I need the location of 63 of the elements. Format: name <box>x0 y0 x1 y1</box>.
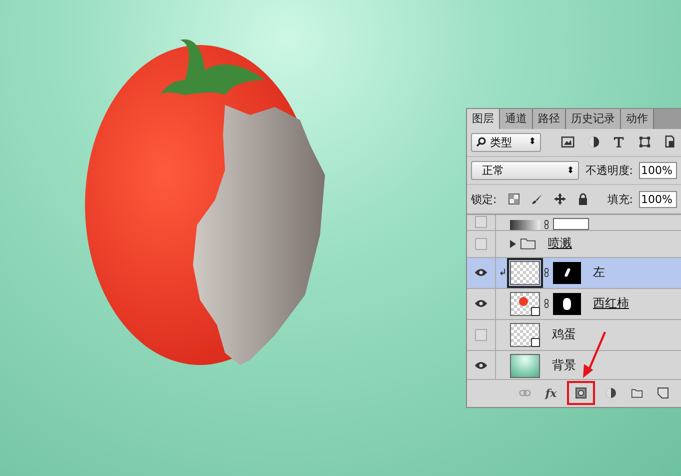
mask-thumbnail <box>553 262 581 284</box>
folder-icon <box>631 387 643 400</box>
smart-object-badge <box>531 338 540 347</box>
fill-field[interactable]: 100% <box>639 190 677 208</box>
mask-icon <box>575 387 587 400</box>
visibility-toggle[interactable] <box>475 328 487 341</box>
folder-icon <box>520 237 536 250</box>
half-circle-icon[interactable] <box>586 135 600 150</box>
search-icon <box>476 137 486 148</box>
fill-label: 填充: <box>607 192 633 207</box>
layer-name[interactable]: 左 <box>593 264 605 282</box>
layer-name[interactable]: 鸡蛋 <box>552 326 576 344</box>
expand-arrow-icon[interactable] <box>510 240 516 248</box>
fx-button[interactable]: fx <box>541 383 561 404</box>
smart-object-badge <box>531 306 540 316</box>
link-icon <box>544 267 549 278</box>
filter-value: 类型 <box>490 134 513 150</box>
new-page-icon <box>657 387 669 400</box>
move-icon[interactable] <box>554 193 566 206</box>
layer-row[interactable]: 喷溅 <box>467 230 681 258</box>
mask-button[interactable] <box>567 381 595 406</box>
layer-thumbnail <box>510 354 540 378</box>
adjustment-thumbnail <box>510 220 540 230</box>
layer-row[interactable] <box>467 214 681 231</box>
layer-name[interactable]: 背景 <box>552 357 576 374</box>
dropdown-arrows: ⬍ <box>528 137 536 148</box>
layer-name[interactable]: 喷溅 <box>548 235 572 252</box>
lock-icon[interactable] <box>576 193 589 206</box>
eye-icon[interactable] <box>474 268 488 278</box>
tomato-icon <box>519 296 528 306</box>
visibility-toggle[interactable] <box>475 238 487 250</box>
layer-row[interactable]: 鸡蛋 <box>467 320 681 351</box>
checkerboard-icon[interactable] <box>508 193 520 206</box>
visibility-toggle[interactable] <box>475 216 487 228</box>
layer-name[interactable]: 西红柿 <box>593 295 629 312</box>
half-circle-icon <box>605 387 617 400</box>
eye-icon[interactable] <box>474 361 488 370</box>
panel-tab[interactable]: 通道 <box>500 109 533 129</box>
filter-dropdown[interactable]: 类型 ⬍ <box>471 132 542 152</box>
type-icon[interactable] <box>612 135 626 150</box>
opacity-field[interactable]: 100% <box>639 162 677 180</box>
panel-tab[interactable]: 路径 <box>533 109 566 129</box>
mask-thumbnail <box>553 218 589 230</box>
panel-tab[interactable]: 图层 <box>467 109 500 129</box>
eye-icon[interactable] <box>474 299 488 308</box>
link-icon <box>544 298 549 310</box>
image-icon[interactable] <box>561 135 575 150</box>
lock-label: 锁定: <box>471 192 497 207</box>
smart-object-icon[interactable] <box>663 135 678 150</box>
layer-row[interactable]: 左 <box>467 258 681 289</box>
dropdown-arrows: ⬍ <box>566 166 574 176</box>
blend-mode-value: 正常 <box>482 163 505 178</box>
blend-mode-dropdown[interactable]: 正常 ⬍ <box>471 161 580 180</box>
clipping-arrow-icon <box>500 268 506 278</box>
mask-thumbnail <box>553 292 581 315</box>
link-icon <box>544 218 549 230</box>
opacity-label: 不透明度: <box>585 163 633 178</box>
shape-icon[interactable] <box>638 135 652 150</box>
brush-icon[interactable] <box>530 193 543 206</box>
layer-thumbnail <box>510 260 540 285</box>
panel-tab[interactable]: 历史记录 <box>566 109 621 129</box>
panel-tab[interactable]: 动作 <box>621 109 654 129</box>
layer-row[interactable]: 西红柿 <box>467 288 681 320</box>
